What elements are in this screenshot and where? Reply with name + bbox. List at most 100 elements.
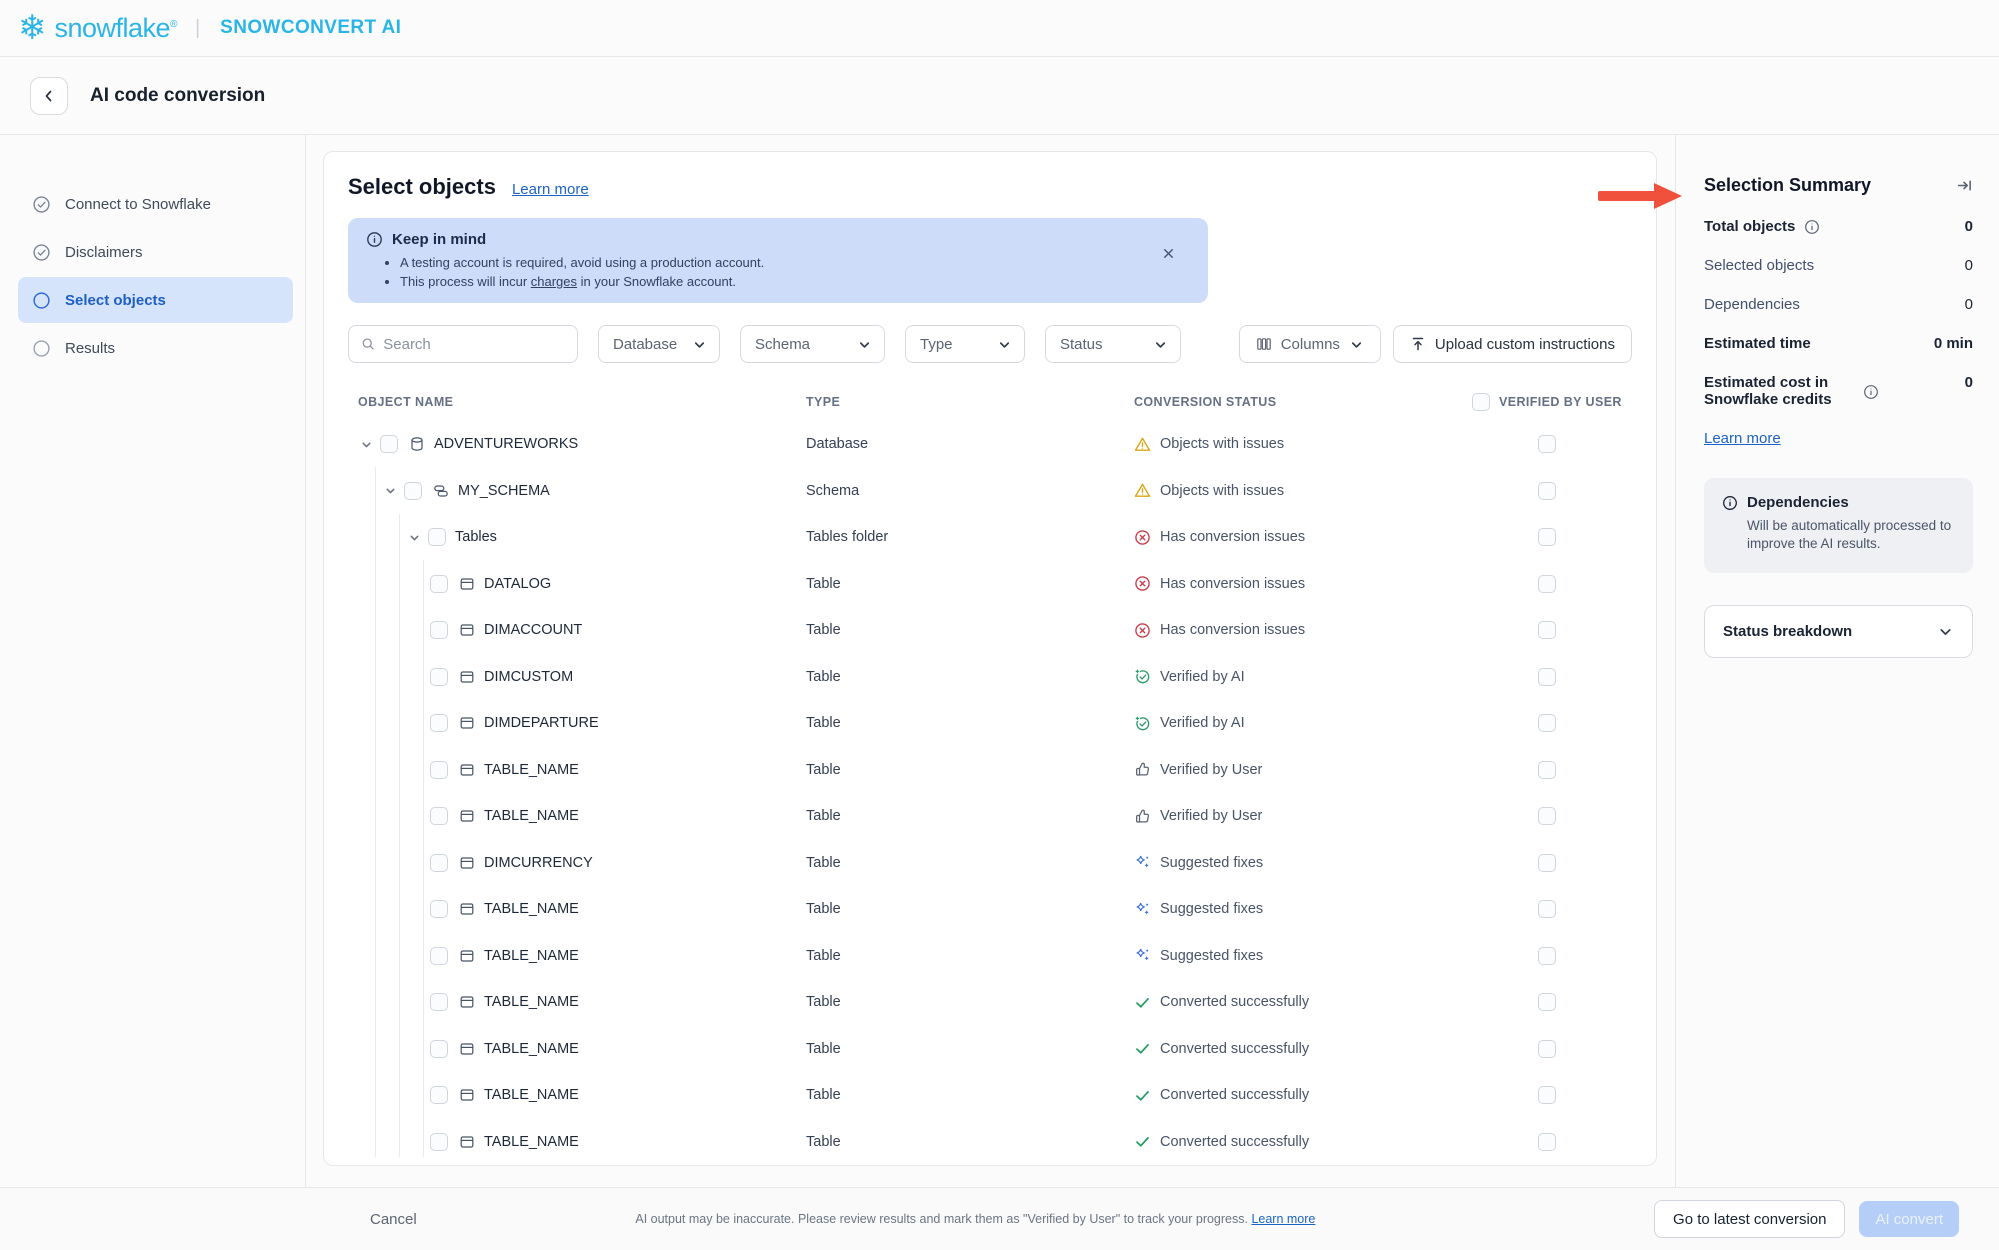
- tree-expand-chevron[interactable]: [406, 531, 422, 544]
- row-checkbox[interactable]: [430, 1040, 448, 1058]
- object-name: DIMCURRENCY: [484, 855, 593, 871]
- verified-by-user-checkbox[interactable]: [1538, 528, 1556, 546]
- row-checkbox[interactable]: [380, 435, 398, 453]
- table-row[interactable]: DIMCURRENCYTableSuggested fixes: [348, 840, 1632, 887]
- tree-expand-chevron[interactable]: [382, 484, 398, 497]
- table-row[interactable]: TABLE_NAMETableConverted successfully: [348, 1072, 1632, 1119]
- cancel-button[interactable]: Cancel: [370, 1211, 417, 1228]
- columns-button[interactable]: Columns: [1239, 325, 1381, 363]
- status-filter-dropdown[interactable]: Status: [1045, 325, 1181, 363]
- snowflake-logo: ❄ snowflake® | SNOWCONVERT AI: [18, 11, 401, 45]
- table-row[interactable]: TABLE_NAMETableConverted successfully: [348, 979, 1632, 1026]
- table-row[interactable]: MY_SCHEMASchemaObjects with issues: [348, 468, 1632, 515]
- row-checkbox[interactable]: [430, 900, 448, 918]
- verified-by-user-checkbox[interactable]: [1538, 482, 1556, 500]
- verified-by-user-checkbox[interactable]: [1538, 621, 1556, 639]
- sidebar-item-label: Select objects: [65, 292, 166, 309]
- chevron-down-icon: [360, 438, 373, 451]
- sidebar-item-select-objects[interactable]: Select objects: [18, 277, 293, 323]
- charges-link[interactable]: charges: [531, 274, 577, 289]
- conversion-status: Suggested fixes: [1134, 901, 1472, 918]
- row-checkbox[interactable]: [430, 807, 448, 825]
- error-icon: [1134, 529, 1151, 546]
- chevron-down-icon: [408, 531, 421, 544]
- sidebar-item-disclaimers[interactable]: Disclaimers: [18, 229, 293, 275]
- row-checkbox[interactable]: [430, 993, 448, 1011]
- tree-expand-chevron[interactable]: [358, 438, 374, 451]
- row-checkbox[interactable]: [430, 947, 448, 965]
- banner-close-button[interactable]: [1161, 246, 1176, 261]
- schema-filter-dropdown[interactable]: Schema: [740, 325, 885, 363]
- tree-connector-line: [399, 514, 400, 1157]
- selection-summary-panel: Selection Summary Total objects 0 Select…: [1675, 135, 1999, 1187]
- sidebar-item-results[interactable]: Results: [18, 325, 293, 371]
- error-icon: [1134, 575, 1151, 592]
- info-icon[interactable]: [1804, 219, 1820, 235]
- verified-by-user-checkbox[interactable]: [1538, 1040, 1556, 1058]
- conversion-status-label: Converted successfully: [1160, 1041, 1309, 1057]
- search-input[interactable]: [383, 336, 565, 353]
- collapse-panel-button[interactable]: [1956, 177, 1973, 194]
- row-checkbox[interactable]: [430, 1086, 448, 1104]
- table-row[interactable]: TABLE_NAMETableVerified by User: [348, 747, 1632, 794]
- database-filter-dropdown[interactable]: Database: [598, 325, 720, 363]
- verified-by-user-checkbox[interactable]: [1538, 947, 1556, 965]
- table-row[interactable]: DIMCUSTOMTableVerified by AI: [348, 654, 1632, 701]
- verified-by-user-checkbox[interactable]: [1538, 807, 1556, 825]
- back-button[interactable]: [30, 77, 68, 115]
- go-to-latest-conversion-button[interactable]: Go to latest conversion: [1654, 1200, 1845, 1238]
- table-row[interactable]: TABLE_NAMETableVerified by User: [348, 793, 1632, 840]
- verified-by-user-checkbox[interactable]: [1538, 575, 1556, 593]
- row-checkbox[interactable]: [430, 714, 448, 732]
- row-checkbox[interactable]: [430, 621, 448, 639]
- row-checkbox[interactable]: [430, 854, 448, 872]
- row-checkbox[interactable]: [428, 528, 446, 546]
- step-current-icon: [32, 291, 51, 310]
- status-breakdown-toggle[interactable]: Status breakdown: [1704, 605, 1973, 658]
- info-icon[interactable]: [1863, 384, 1879, 400]
- summary-learn-more-link[interactable]: Learn more: [1704, 430, 1781, 447]
- row-checkbox[interactable]: [430, 761, 448, 779]
- verified-by-user-checkbox[interactable]: [1538, 1133, 1556, 1151]
- conversion-status-label: Objects with issues: [1160, 436, 1284, 452]
- table-row[interactable]: TABLE_NAMETableConverted successfully: [348, 1026, 1632, 1073]
- verified-by-user-checkbox[interactable]: [1538, 993, 1556, 1011]
- table-row[interactable]: TABLE_NAMETableSuggested fixes: [348, 886, 1632, 933]
- verified-by-user-checkbox[interactable]: [1538, 668, 1556, 686]
- verified-by-user-checkbox[interactable]: [1538, 1086, 1556, 1104]
- type-filter-dropdown[interactable]: Type: [905, 325, 1025, 363]
- table-row[interactable]: TABLE_NAMETableConverted successfully: [348, 1119, 1632, 1166]
- footer-learn-more-link[interactable]: Learn more: [1251, 1212, 1315, 1226]
- verified-by-user-checkbox[interactable]: [1538, 714, 1556, 732]
- verified-select-all-checkbox[interactable]: [1472, 393, 1490, 411]
- row-checkbox[interactable]: [430, 668, 448, 686]
- summary-row-total-objects: Total objects 0: [1704, 218, 1973, 235]
- object-name: TABLE_NAME: [484, 762, 579, 778]
- verified-by-user-checkbox[interactable]: [1538, 854, 1556, 872]
- row-checkbox[interactable]: [430, 1133, 448, 1151]
- search-field[interactable]: [348, 325, 578, 363]
- conversion-status-label: Verified by User: [1160, 808, 1262, 824]
- object-name: DIMACCOUNT: [484, 622, 582, 638]
- table-row[interactable]: TablesTables folderHas conversion issues: [348, 514, 1632, 561]
- table-row[interactable]: DIMDEPARTURETableVerified by AI: [348, 700, 1632, 747]
- table-row[interactable]: DATALOGTableHas conversion issues: [348, 561, 1632, 608]
- app-header: ❄ snowflake® | SNOWCONVERT AI: [0, 0, 1999, 57]
- ai-convert-button[interactable]: AI convert: [1859, 1201, 1959, 1237]
- table-row[interactable]: DIMACCOUNTTableHas conversion issues: [348, 607, 1632, 654]
- sidebar-item-label: Results: [65, 340, 115, 357]
- row-checkbox[interactable]: [430, 575, 448, 593]
- verified-by-user-checkbox[interactable]: [1538, 435, 1556, 453]
- learn-more-link[interactable]: Learn more: [512, 181, 589, 198]
- upload-custom-instructions-button[interactable]: Upload custom instructions: [1393, 325, 1632, 363]
- verified-by-user-checkbox[interactable]: [1538, 761, 1556, 779]
- object-type: Table: [806, 669, 1134, 685]
- verified-by-user-checkbox[interactable]: [1538, 900, 1556, 918]
- row-checkbox[interactable]: [404, 482, 422, 500]
- table-row[interactable]: ADVENTUREWORKSDatabaseObjects with issue…: [348, 421, 1632, 468]
- success-check-icon: [1134, 1087, 1151, 1104]
- table-row[interactable]: TABLE_NAMETableSuggested fixes: [348, 933, 1632, 980]
- sidebar-item-connect[interactable]: Connect to Snowflake: [18, 181, 293, 227]
- success-check-icon: [1134, 1133, 1151, 1150]
- warning-icon: [1134, 482, 1151, 499]
